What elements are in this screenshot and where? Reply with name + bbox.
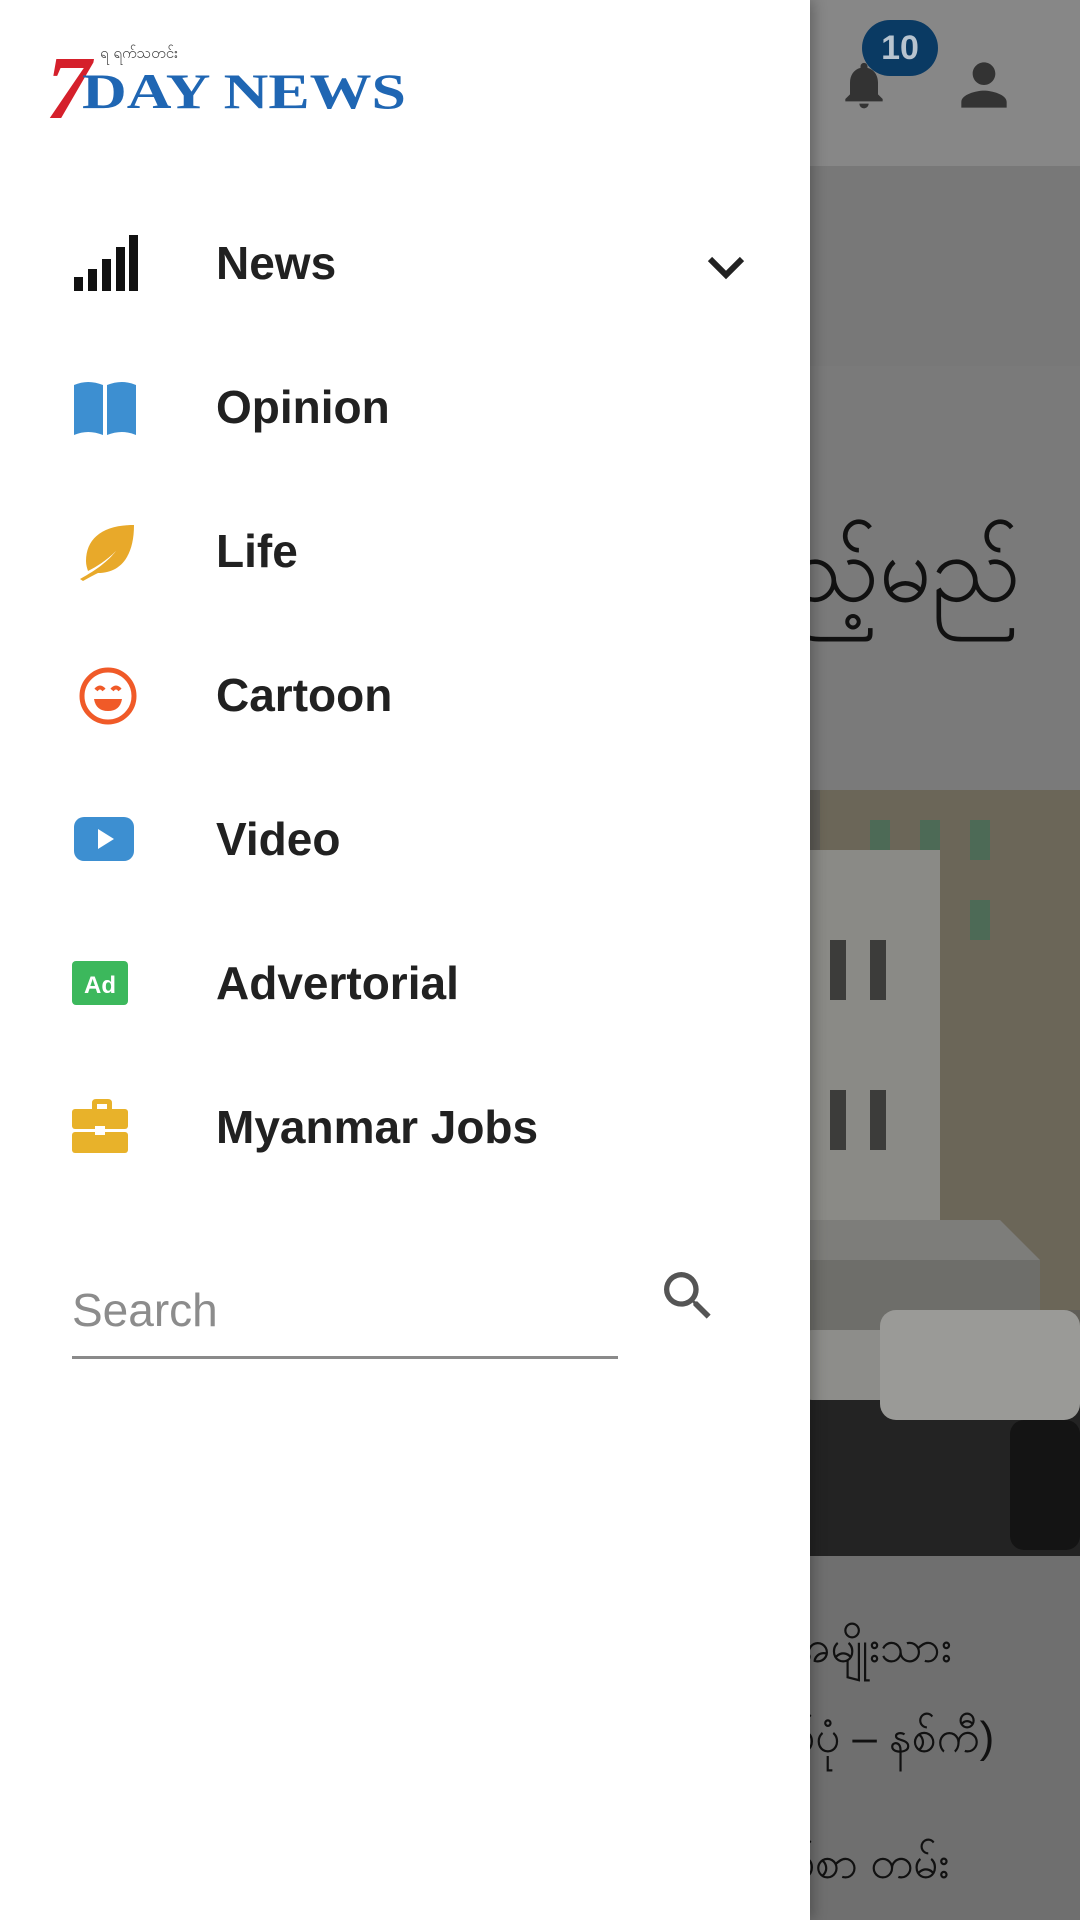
article-text-line-2: ပ်ပုံ – နစ်ကီ) xyxy=(790,1713,995,1762)
menu-label-cartoon: Cartoon xyxy=(216,669,393,721)
open-book-icon xyxy=(74,382,136,435)
navigation-drawer: ရ ရက်သတင်း 7 DAY NEWS News Opinion Life xyxy=(0,0,810,1920)
menu-label-life: Life xyxy=(216,525,298,577)
leaf-icon xyxy=(80,525,134,581)
search-icon[interactable] xyxy=(656,1264,720,1328)
user-icon[interactable] xyxy=(950,50,1018,120)
menu-item-advertorial[interactable]: Ad Advertorial xyxy=(0,923,810,1043)
signal-bars-icon xyxy=(74,235,138,291)
search-field xyxy=(72,1262,618,1359)
menu-label-advertorial: Advertorial xyxy=(216,957,459,1009)
svg-text:DAY NEWS: DAY NEWS xyxy=(82,63,406,119)
chevron-down-icon[interactable] xyxy=(702,243,750,291)
menu-label-news: News xyxy=(216,237,337,289)
article-headline[interactable]: ည့်မည် xyxy=(790,510,1020,646)
ad-icon: Ad xyxy=(72,961,128,1005)
menu-label-opinion: Opinion xyxy=(216,381,390,433)
menu-label-myanmar-jobs: Myanmar Jobs xyxy=(216,1101,539,1153)
menu-label-video: Video xyxy=(216,813,341,865)
menu-item-video[interactable]: Video xyxy=(0,779,810,899)
7day-news-logo[interactable]: ရ ရက်သတင်း 7 DAY NEWS xyxy=(46,40,416,130)
menu-item-opinion[interactable]: Opinion xyxy=(0,347,810,467)
svg-text:Ad: Ad xyxy=(84,972,116,999)
play-icon xyxy=(74,817,134,861)
smiley-icon xyxy=(79,667,137,725)
menu-item-life[interactable]: Life xyxy=(0,491,810,611)
notification-badge: 10 xyxy=(862,20,938,76)
svg-text:ရ ရက်သတင်း: ရ ရက်သတင်း xyxy=(100,44,178,65)
menu-item-cartoon[interactable]: Cartoon xyxy=(0,635,810,755)
article-text-line-3: ပ်စာ တမ်း xyxy=(790,1839,950,1888)
search-input[interactable] xyxy=(72,1278,612,1342)
article-text-line-1: အမျိုးသား xyxy=(790,1623,952,1672)
briefcase-icon xyxy=(72,1099,128,1153)
menu-item-news[interactable]: News xyxy=(0,203,810,323)
menu-item-myanmar-jobs[interactable]: Myanmar Jobs xyxy=(0,1067,810,1187)
